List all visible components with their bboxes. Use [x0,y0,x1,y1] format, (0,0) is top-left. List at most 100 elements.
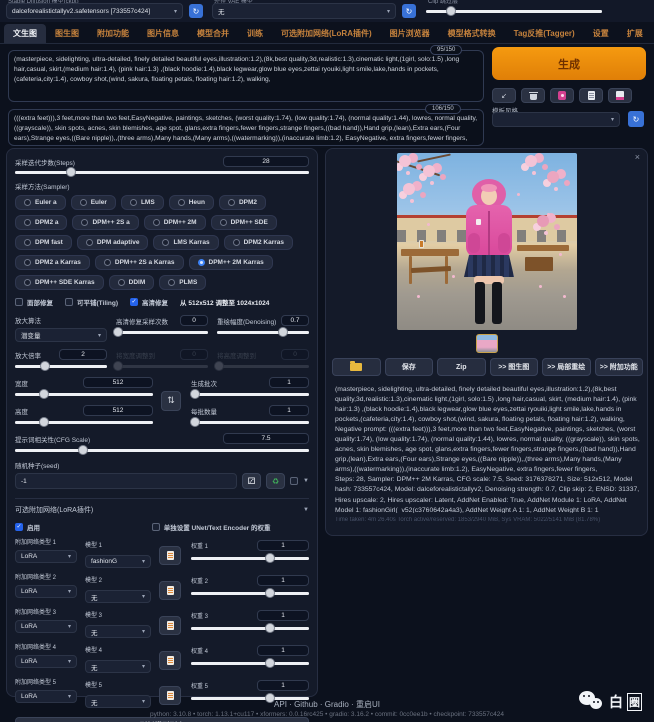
seed-collapse-icon[interactable]: ▼ [303,478,309,484]
batch-count-slider[interactable] [191,393,309,396]
reload-ui-link[interactable]: 重启UI [356,700,380,709]
sampler-option[interactable]: Euler [71,195,116,210]
sampler-option[interactable]: PLMS [159,275,206,290]
height-value[interactable]: 512 [83,405,153,416]
height-slider[interactable] [15,421,153,424]
sampler-option[interactable]: LMS [121,195,164,210]
batch-size-slider[interactable] [191,421,309,424]
upscaler-select[interactable]: 潜变量 ▾ [15,328,107,342]
sampler-option[interactable]: LMS Karras [153,235,218,250]
denoising-slider[interactable] [217,331,309,334]
tab-extras[interactable]: 附加功能 [88,24,138,43]
upscale-by-slider[interactable] [15,365,107,368]
github-link[interactable]: Github [294,700,318,709]
save-style-icon[interactable] [608,88,632,103]
sampler-option[interactable]: DPM fast [15,235,72,250]
cfg-scale-slider[interactable] [15,449,309,452]
tab-train[interactable]: 训练 [238,24,272,43]
denoising-value[interactable]: 0.7 [281,315,309,326]
positive-prompt-input[interactable]: (masterpiece, sidelighting, ultra-detail… [8,50,484,102]
lora-weight-value[interactable]: 1 [257,540,309,551]
send-to-img2img-button[interactable]: >> 图生图 [490,358,539,376]
sampler-option[interactable]: DPM++ SDE [211,215,277,230]
reuse-seed-recycle-icon[interactable]: ♻ [266,473,285,489]
paste-params-icon[interactable]: ↙ [492,88,516,103]
close-icon[interactable]: × [635,152,640,162]
lora-model-select[interactable]: 无▾ [85,590,151,603]
lora-model-select[interactable]: 无▾ [85,660,151,673]
api-link[interactable]: API [274,700,287,709]
lora-weight-slider[interactable] [191,662,309,665]
lora-weight-value[interactable]: 1 [257,680,309,691]
gradio-link[interactable]: Gradio [325,700,349,709]
sampler-option[interactable]: DPM2 Karras [224,235,293,250]
sampler-option[interactable]: DPM++ 2S a [72,215,138,230]
lora-weight-slider[interactable] [191,592,309,595]
tab-img2img[interactable]: 图生图 [46,24,88,43]
sampler-option[interactable]: DPM++ 2S a Karras [95,255,184,270]
lora-separate-weights-checkbox[interactable]: 单独设置 UNet/Text Encoder 的权重 [152,522,309,532]
extra-seed-checkbox[interactable] [290,477,298,485]
lora-model-file-button[interactable] [159,581,181,600]
sampler-option[interactable]: DPM adaptive [77,235,149,250]
lora-model-file-button[interactable] [159,616,181,635]
sampler-option[interactable]: Heun [169,195,214,210]
hires-steps-slider[interactable] [116,331,208,334]
tab-png-info[interactable]: 图片信息 [138,24,188,43]
lora-type-select[interactable]: LoRA▾ [15,655,77,668]
sampler-option[interactable]: DPM2 a Karras [15,255,90,270]
seed-input[interactable]: -1 [15,473,237,489]
steps-value[interactable]: 28 [223,156,309,167]
tab-settings[interactable]: 设置 [584,24,618,43]
width-value[interactable]: 512 [83,377,153,388]
width-slider[interactable] [15,393,153,396]
style-refresh-button[interactable]: ↻ [628,111,644,127]
sampler-option[interactable]: DPM++ SDE Karras [15,275,104,290]
sampler-option[interactable]: DPM2 [219,195,266,210]
random-seed-dice-icon[interactable]: ⚂ [242,473,261,489]
gallery-thumbnail[interactable] [476,334,498,353]
sampler-option[interactable]: Euler a [15,195,66,210]
negative-prompt-input[interactable]: (((extra feet))),3 feet,more than two fe… [8,109,484,146]
model-select[interactable]: dalceforealistictallyv2.safetensors [733… [6,3,183,19]
send-to-extras-button[interactable]: >> 附加功能 [595,358,644,376]
clip-skip-slider[interactable] [426,10,602,13]
send-to-inpaint-button[interactable]: >> 局部重绘 [542,358,591,376]
sampler-option[interactable]: DPM++ 2M [144,215,206,230]
tab-image-browser[interactable]: 图片浏览器 [381,24,439,43]
lora-model-file-button[interactable] [159,651,181,670]
save-button[interactable]: 保存 [385,358,434,376]
batch-size-value[interactable]: 1 [269,405,309,416]
restore-faces-checkbox[interactable]: 面部修复 [15,297,53,307]
lora-type-select[interactable]: LoRA▾ [15,550,77,563]
lora-model-file-button[interactable] [159,546,181,565]
hires-steps-value[interactable]: 0 [180,315,208,326]
tiling-checkbox[interactable]: 可平铺(Tiling) [65,297,118,307]
vae-select[interactable]: 无 ▾ [212,3,396,19]
lora-weight-slider[interactable] [191,627,309,630]
model-refresh-button[interactable]: ↻ [189,4,203,18]
zip-button[interactable]: Zip [437,358,486,376]
sampler-option[interactable]: DPM2 a [15,215,67,230]
upscale-by-value[interactable]: 2 [59,349,107,360]
swap-dimensions-button[interactable]: ⇅ [161,391,181,411]
lora-type-select[interactable]: LoRA▾ [15,585,77,598]
sampler-option[interactable]: DDIM [109,275,155,290]
sampler-option-selected[interactable]: DPM++ 2M Karras [189,255,273,270]
lora-weight-slider[interactable] [191,557,309,560]
steps-slider[interactable] [15,171,309,174]
vae-refresh-button[interactable]: ↻ [402,4,416,18]
batch-count-value[interactable]: 1 [269,377,309,388]
clear-prompt-icon[interactable] [521,88,545,103]
lora-collapse-icon[interactable]: ▼ [303,507,309,513]
lora-model-select[interactable]: fashionG▾ [85,555,151,568]
hires-fix-checkbox[interactable]: ✓高清修复 [130,297,168,307]
lora-type-select[interactable]: LoRA▾ [15,620,77,633]
tab-tagger[interactable]: Tag反推(Tagger) [505,24,584,43]
lora-enable-checkbox[interactable]: ✓启用 [15,522,152,532]
lora-weight-value[interactable]: 1 [257,645,309,656]
tab-model-converter[interactable]: 模型格式转换 [439,24,505,43]
lora-model-select[interactable]: 无▾ [85,625,151,638]
cfg-scale-value[interactable]: 7.5 [223,433,309,444]
tab-extensions[interactable]: 扩展 [618,24,652,43]
